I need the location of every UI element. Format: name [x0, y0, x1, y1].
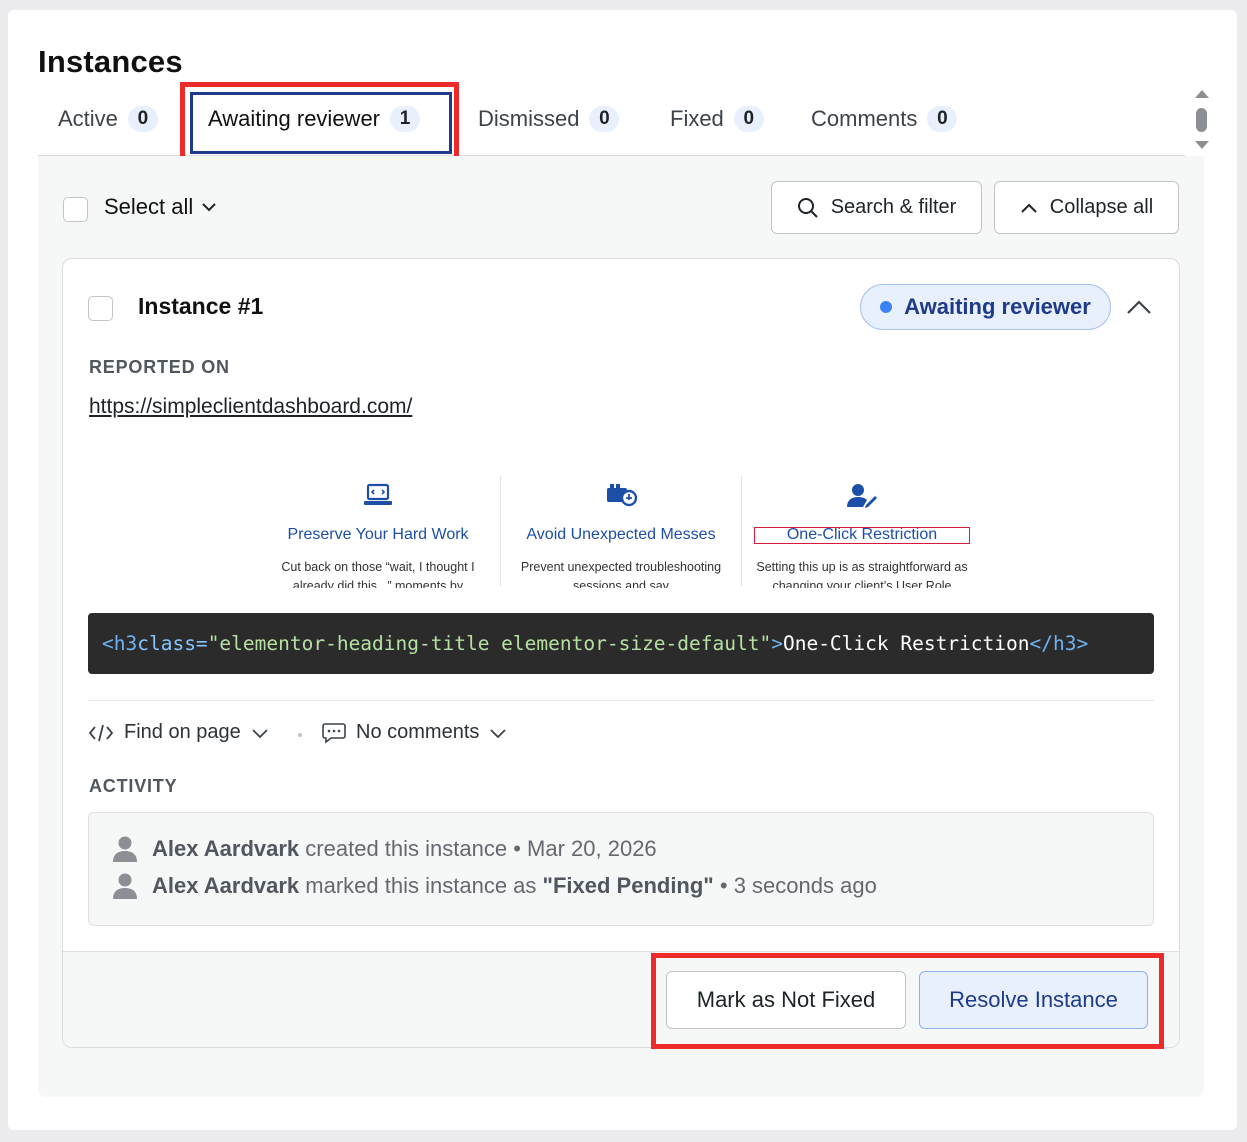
- scroll-up-arrow[interactable]: [1195, 90, 1209, 98]
- activity-item: Alex Aardvark marked this instance as "F…: [112, 872, 877, 900]
- tab-count-badge: 0: [589, 106, 620, 132]
- activity-log: [88, 812, 1154, 926]
- activity-action: marked this instance as: [305, 873, 537, 898]
- activity-label: ACTIVITY: [89, 776, 178, 796]
- code-end-tag: </h3>: [1029, 632, 1089, 655]
- comment-icon: [322, 722, 346, 744]
- chevron-up-icon: [1021, 203, 1037, 213]
- tab-bar: Active 0 Awaiting reviewer 1 Dismissed 0…: [38, 84, 1185, 156]
- element-preview-screenshot: Preserve Your Hard Work Cut back on thos…: [258, 470, 988, 588]
- find-on-page-label: Find on page: [124, 721, 241, 743]
- preview-title: Avoid Unexpected Messes: [526, 526, 716, 543]
- tab-label: Active: [58, 106, 118, 131]
- tab-awaiting-reviewer[interactable]: Awaiting reviewer 1: [208, 84, 421, 154]
- user-edit-icon: [847, 484, 877, 508]
- reported-url-link[interactable]: https://simpleclientdashboard.com/: [89, 395, 412, 419]
- tab-fixed[interactable]: Fixed 0: [670, 84, 764, 154]
- reported-on-label: REPORTED ON: [89, 357, 230, 377]
- code-close-bracket: >: [771, 632, 783, 655]
- activity-time: 3 seconds ago: [733, 873, 877, 898]
- tab-label: Comments: [811, 106, 918, 131]
- preview-title: Preserve Your Hard Work: [287, 526, 469, 543]
- tab-active[interactable]: Active 0: [58, 84, 158, 154]
- activity-action: created this instance: [305, 836, 508, 861]
- tab-label: Awaiting reviewer: [208, 106, 381, 131]
- select-all-label: Select all: [104, 194, 194, 219]
- activity-status: "Fixed Pending": [542, 873, 714, 898]
- select-all-dropdown[interactable]: Select all: [104, 194, 217, 220]
- comments-dropdown[interactable]: No comments: [322, 721, 507, 744]
- status-badge: Awaiting reviewer: [860, 284, 1111, 330]
- activity-item: Alex Aardvark created this instance • Ma…: [112, 835, 657, 863]
- search-filter-label: Search & filter: [830, 196, 957, 218]
- activity-user: Alex Aardvark: [152, 836, 300, 861]
- code-icon: [88, 724, 114, 741]
- preview-column: Preserve Your Hard Work Cut back on thos…: [258, 470, 498, 588]
- search-filter-button[interactable]: Search & filter: [771, 181, 982, 234]
- collapse-card-chevron-up-icon[interactable]: [1126, 298, 1152, 316]
- tab-count-badge: 0: [927, 106, 958, 132]
- chevron-down-icon: [202, 203, 216, 212]
- activity-separator: •: [513, 836, 521, 861]
- collapse-all-button[interactable]: Collapse all: [994, 181, 1179, 234]
- code-open-tag: <h3: [102, 632, 138, 655]
- separator-dot: [298, 733, 302, 737]
- chevron-down-icon: [252, 728, 268, 738]
- page-title: Instances: [38, 44, 183, 79]
- collapse-all-label: Collapse all: [1049, 196, 1154, 218]
- preview-description: Setting this up is as straightforward as…: [756, 560, 968, 588]
- user-avatar-icon: [113, 873, 137, 899]
- user-avatar-icon: [113, 836, 137, 862]
- scrollbar-thumb[interactable]: [1196, 108, 1207, 132]
- comments-label: No comments: [356, 721, 480, 743]
- tab-dismissed[interactable]: Dismissed 0: [478, 84, 620, 154]
- code-text: One-Click Restriction: [782, 632, 1030, 655]
- status-label: Awaiting reviewer: [904, 294, 1091, 319]
- divider: [88, 700, 1154, 701]
- activity-time: Mar 20, 2026: [527, 836, 657, 861]
- find-on-page-dropdown[interactable]: Find on page: [88, 721, 269, 744]
- tab-count-badge: 0: [733, 106, 764, 132]
- resolve-instance-button[interactable]: Resolve Instance: [919, 971, 1148, 1029]
- select-all-checkbox[interactable]: [63, 197, 88, 222]
- toolbox-icon: [607, 484, 637, 507]
- tab-count-badge: 0: [127, 106, 158, 132]
- activity-user: Alex Aardvark: [152, 873, 300, 898]
- instance-checkbox[interactable]: [88, 296, 113, 321]
- scroll-down-arrow[interactable]: [1195, 141, 1209, 149]
- preview-column: Avoid Unexpected Messes Prevent unexpect…: [501, 470, 741, 588]
- search-icon: [797, 197, 818, 218]
- tab-comments[interactable]: Comments 0: [811, 84, 958, 154]
- code-attr: class=: [137, 632, 208, 655]
- preview-description: Prevent unexpected troubleshooting sessi…: [520, 560, 722, 588]
- preview-description: Cut back on those “wait, I thought I alr…: [281, 560, 475, 588]
- instance-title: Instance #1: [138, 293, 264, 319]
- mark-not-fixed-button[interactable]: Mark as Not Fixed: [666, 971, 906, 1029]
- code-attr-value: "elementor-heading-title elementor-size-…: [207, 632, 772, 655]
- activity-separator: •: [719, 873, 728, 898]
- status-dot-icon: [880, 301, 893, 313]
- tab-label: Dismissed: [478, 106, 580, 131]
- chevron-down-icon: [490, 728, 507, 738]
- element-highlight-box: [754, 527, 970, 544]
- tab-count-badge: 1: [390, 106, 421, 132]
- laptop-code-icon: [364, 483, 392, 505]
- tab-label: Fixed: [670, 106, 724, 131]
- html-code-snippet: <h3 class= "elementor-heading-title eleme…: [88, 613, 1154, 674]
